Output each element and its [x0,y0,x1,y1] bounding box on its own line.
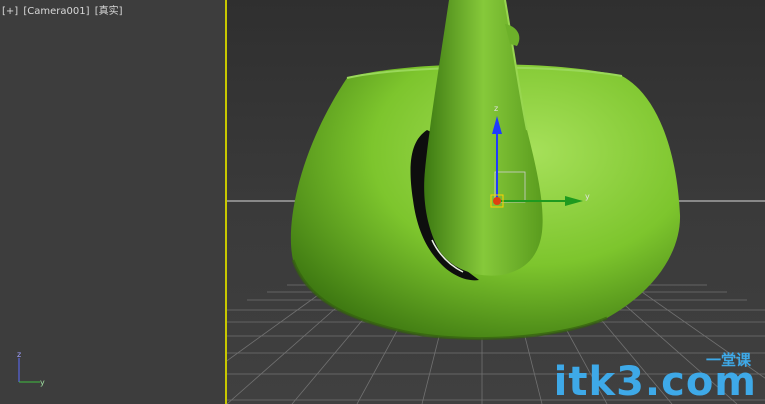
viewport-scene: z y [227,0,765,404]
mini-axis-y: y [40,378,45,387]
viewport-camera-label[interactable]: [Camera001] [23,6,89,17]
gizmo-y-label: y [585,192,590,201]
mini-axis-z: z [17,350,21,359]
max-viewport-layout: [+] [Camera001] [真实] z y z y 一堂课 itk3.co… [0,0,765,404]
axis-tripod-icon: z y [17,350,45,387]
teapot-spout [424,0,543,276]
active-camera-viewport[interactable]: z y 一堂课 itk3.com [227,0,765,404]
viewport-label: [+] [Camera001] [真实] [2,2,125,17]
left-viewport[interactable]: [+] [Camera001] [真实] z y [0,0,225,404]
gizmo-z-label: z [494,104,498,113]
watermark-logo: itk3.com [553,359,757,404]
viewport-menu-plus[interactable]: [+] [2,6,18,17]
viewport-shading-label[interactable]: [真实] [95,6,123,17]
